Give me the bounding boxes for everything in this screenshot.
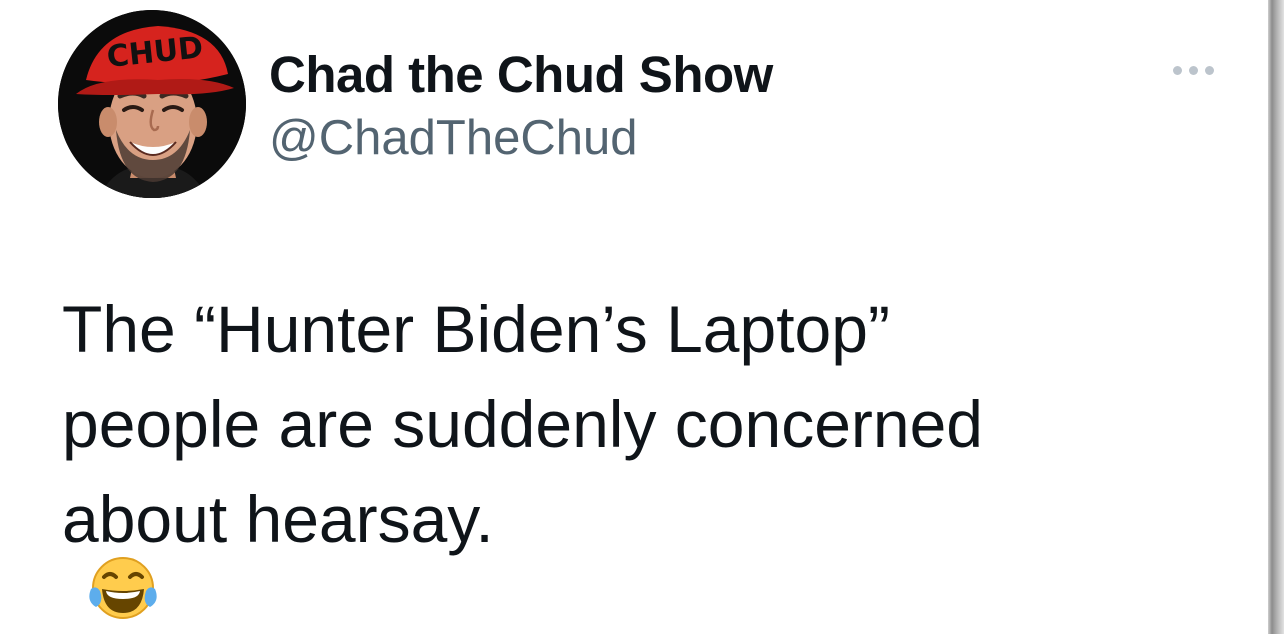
tweet-text-line: about hearsay. [62,472,1182,634]
more-horizontal-icon [1188,65,1198,75]
avatar-photo-icon: CHUD [58,10,246,198]
user-handle[interactable]: @ChadTheChud [269,108,773,168]
more-horizontal-icon [1172,65,1182,75]
user-names: Chad the Chud Show @ChadTheChud [269,46,773,168]
tweet-text-line: The “Hunter Biden’s Laptop” [62,292,890,366]
tweet-text: The “Hunter Biden’s Laptop” people are s… [62,282,1182,634]
avatar[interactable]: CHUD [58,10,246,198]
face-with-tears-of-joy-icon [88,553,1182,634]
tweet-header: CHUD Chad the Chud Show @ChadTheChud [58,10,1238,200]
display-name[interactable]: Chad the Chud Show [269,46,773,104]
window-edge [1268,0,1284,634]
more-options-button[interactable] [1158,54,1228,86]
tweet-text-line: people are suddenly concerned [62,387,984,461]
more-horizontal-icon [1204,65,1214,75]
